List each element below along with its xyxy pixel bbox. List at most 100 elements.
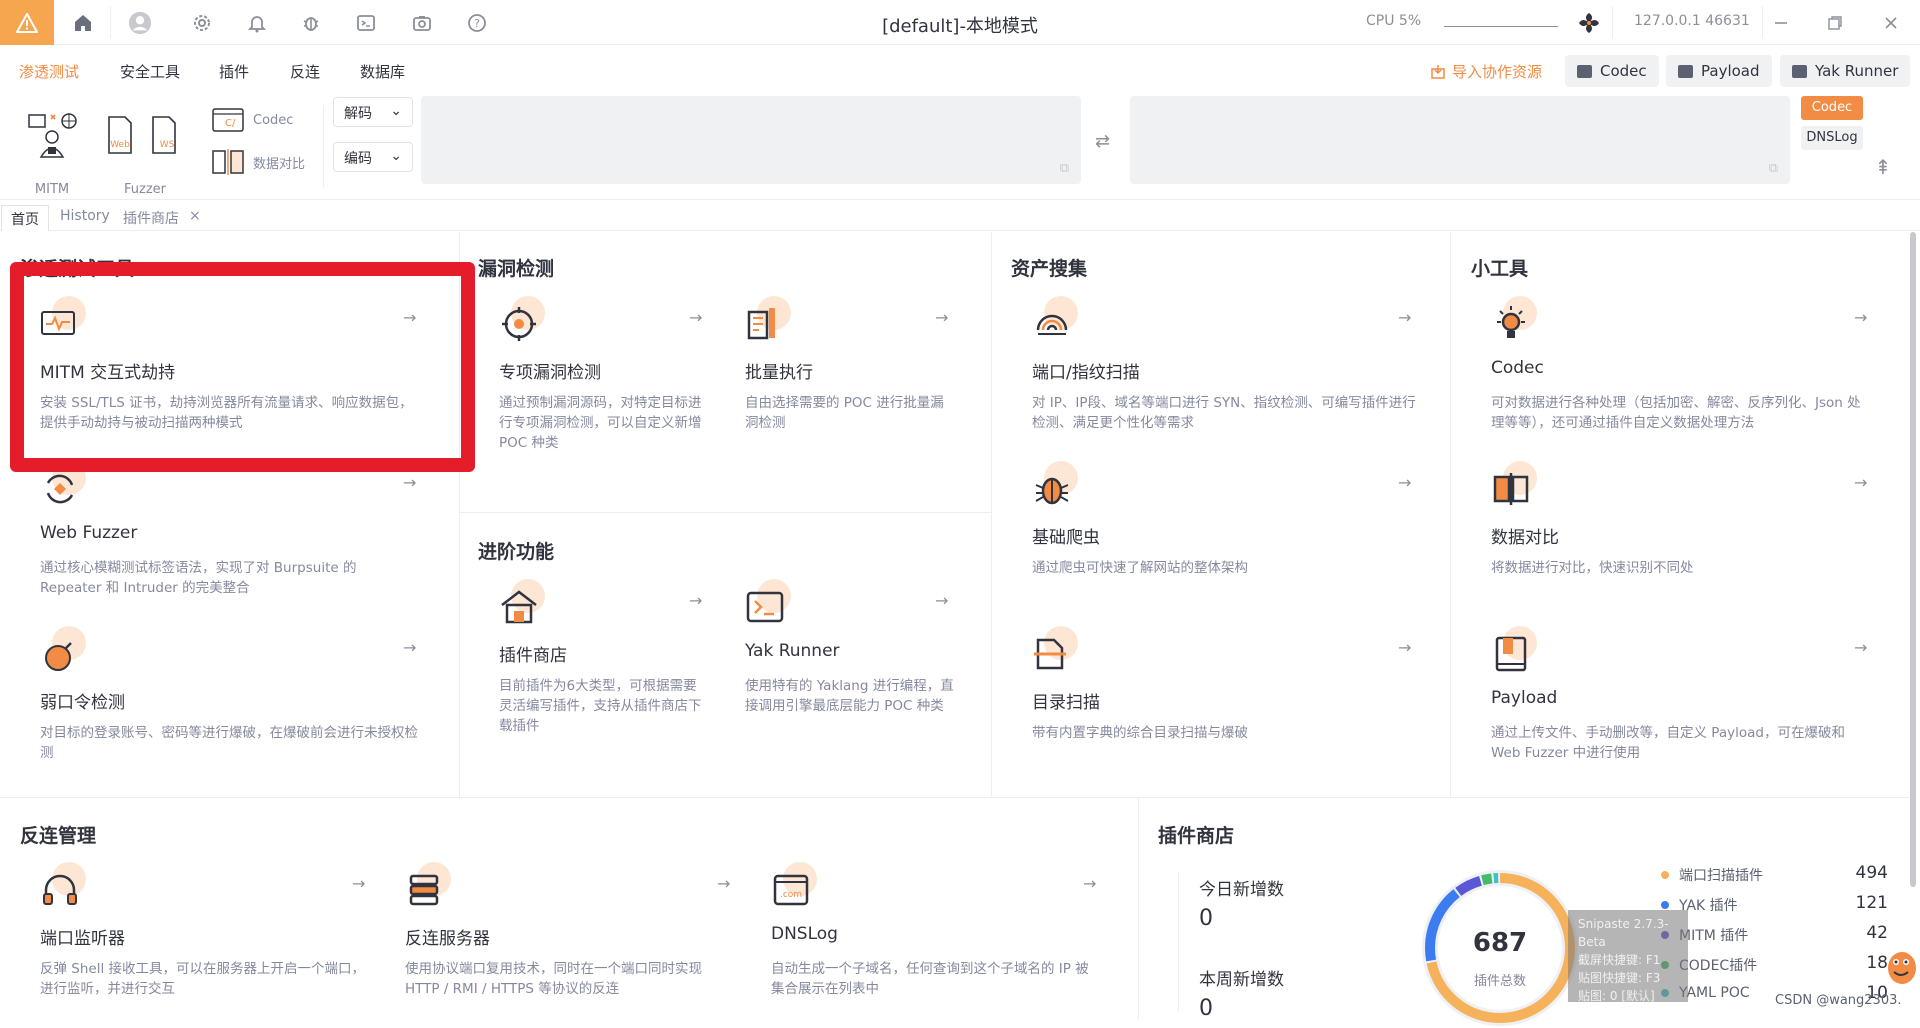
plugin-total-value: 687 — [1472, 928, 1528, 958]
fuzzer-tool[interactable]: Web WS Fuzzer — [105, 115, 185, 205]
swap-icon[interactable]: ⇄ — [1095, 131, 1110, 152]
mitm-label: MITM — [34, 182, 70, 197]
card-title: 批量执行 — [745, 363, 813, 383]
menu-plugins[interactable]: 插件 — [219, 61, 249, 82]
codec-output-area[interactable]: ⧉ — [1130, 96, 1790, 184]
card-title: Web Fuzzer — [40, 523, 138, 543]
engine-logo-icon[interactable] — [1577, 11, 1601, 35]
payload-shortcut-button[interactable]: Payload — [1666, 55, 1772, 87]
arrow-right-icon: → — [689, 591, 703, 610]
import-resources-link[interactable]: 导入协作资源 — [1430, 61, 1542, 82]
decode-select[interactable]: 解码 ⌄ — [333, 97, 413, 127]
card-title: 数据对比 — [1491, 528, 1559, 548]
minimize-icon[interactable] — [1766, 8, 1796, 38]
highlight-box — [10, 262, 475, 472]
card-title: 弱口令检测 — [40, 693, 125, 713]
encode-select[interactable]: 编码 ⌄ — [333, 142, 413, 172]
section-vuln-title: 漏洞检测 — [478, 258, 555, 280]
card-web-fuzzer[interactable]: → Web Fuzzer 通过核心模糊测试标签语法，实现了对 Burpsuite… — [40, 461, 420, 596]
tab-history[interactable]: History — [51, 205, 119, 231]
mitm-tool[interactable]: MITM — [22, 111, 82, 201]
mascot-icon[interactable] — [1882, 942, 1918, 988]
menu-security-tools[interactable]: 安全工具 — [120, 61, 180, 82]
yak-runner-shortcut-button[interactable]: Yak Runner — [1780, 55, 1911, 87]
legend-label: YAML POC — [1679, 985, 1750, 1001]
dotcom-icon: .com — [771, 862, 817, 910]
card-crawler[interactable]: → 基础爬虫 通过爬虫可快速了解网站的整体架构 — [1032, 461, 1418, 585]
restore-icon[interactable] — [1820, 8, 1850, 38]
card-title: 反连服务器 — [405, 929, 490, 949]
ws-tag: WS — [160, 140, 175, 150]
close-icon[interactable]: × — [189, 208, 201, 228]
card-yak-runner[interactable]: → Yak Runner 使用特有的 Yaklang 进行编程，直接调用引擎最底… — [745, 579, 955, 733]
card-title: Codec — [1491, 358, 1544, 378]
codec-input-area[interactable]: ⧉ — [421, 96, 1081, 184]
arrow-right-icon: → — [1083, 874, 1097, 893]
main-menu: 渗透测试 安全工具 插件 反连 数据库 导入协作资源 Codec Payload… — [0, 45, 1920, 95]
section-asset-title: 资产搜集 — [1011, 258, 1088, 280]
codec-icon — [1577, 64, 1592, 78]
card-title: DNSLog — [771, 924, 838, 944]
lightbulb-icon — [1491, 296, 1537, 344]
card-description: 目前插件为6大类型，可根据需要灵活编写插件，支持从插件商店下载插件 — [499, 678, 702, 734]
divider — [1450, 232, 1451, 797]
legend-label: MITM 插件 — [1679, 928, 1749, 944]
cpu-graph — [1444, 26, 1558, 27]
card-title: 目录扫描 — [1032, 693, 1100, 713]
copy-icon[interactable]: ⧉ — [1060, 161, 1069, 176]
compare-icon — [212, 149, 244, 175]
card-description: 可对数据进行各种处理（包括加密、解密、反序列化、Json 处理等等），还可通过插… — [1491, 395, 1861, 431]
arrow-right-icon: → — [1398, 638, 1412, 657]
codec-tool-label: Codec — [253, 112, 294, 128]
legend-label: CODEC插件 — [1679, 958, 1758, 974]
arrow-right-icon: → — [935, 308, 949, 327]
menu-reverse[interactable]: 反连 — [290, 61, 320, 82]
tab-home[interactable]: 首页 — [1, 205, 49, 231]
menu-database[interactable]: 数据库 — [360, 61, 405, 82]
legend-dot — [1661, 901, 1669, 909]
fuzzer-label: Fuzzer — [124, 182, 166, 197]
today-new-label: 今日新增数 — [1199, 880, 1284, 900]
section-reverse-title: 反连管理 — [20, 825, 97, 847]
compare-tool[interactable]: 数据对比 — [211, 147, 305, 177]
card-payload[interactable]: → Payload 通过上传文件、手动删改等，自定义 Payload，可在爆破和… — [1491, 626, 1871, 761]
codec-tool[interactable]: C/ Codec — [211, 105, 293, 135]
collapse-toolbar-icon[interactable]: ⇞ — [1868, 155, 1898, 185]
snipaste-line: 截屏快捷键: F1 — [1578, 953, 1661, 967]
card-port-listener[interactable]: → 端口监听器 反弹 Shell 接收工具，可以在服务器上开启一个端口，进行监听… — [40, 862, 370, 997]
yak-runner-shortcut-label: Yak Runner — [1815, 62, 1899, 80]
codec-tag[interactable]: Codec — [1801, 96, 1863, 120]
dnslog-tag[interactable]: DNSLog — [1801, 126, 1863, 150]
card-dnslog[interactable]: .com → DNSLog 自动生成一个子域名，任何查询到这个子域名的 IP 被… — [771, 862, 1101, 997]
card-dir-scan[interactable]: → 目录扫描 带有内置字典的综合目录扫描与爆破 — [1032, 626, 1418, 750]
cpu-usage: CPU 5% — [1366, 13, 1422, 29]
today-new-value: 0 — [1199, 906, 1213, 931]
chevron-down-icon: ⌄ — [390, 103, 402, 119]
legend-value: 42 — [1866, 923, 1888, 943]
snipaste-line: Snipaste 2.7.3-Beta — [1578, 917, 1669, 949]
arrow-right-icon: → — [717, 874, 731, 893]
card-weak-password[interactable]: → 弱口令检测 对目标的登录账号、密码等进行爆破，在爆破前会进行未授权检测 — [40, 626, 420, 761]
tab-plugin-store[interactable]: 插件商店 × — [114, 205, 210, 231]
legend-item: 端口扫描插件 — [1661, 865, 1763, 885]
arrow-right-icon: → — [403, 638, 417, 657]
separator — [323, 105, 324, 187]
encode-select-value: 编码 — [344, 151, 372, 167]
card-data-compare[interactable]: → 数据对比 将数据进行对比，快速识别不同处 — [1491, 461, 1871, 585]
card-batch-exec[interactable]: → 批量执行 自由选择需要的 POC 进行批量漏洞检测 — [745, 296, 955, 450]
compare-icon — [1491, 461, 1537, 509]
menu-pentest[interactable]: 渗透测试 — [19, 61, 79, 82]
codec-shortcut-label: Codec — [1600, 62, 1647, 80]
copy-icon[interactable]: ⧉ — [1769, 161, 1778, 176]
card-codec[interactable]: → Codec 可对数据进行各种处理（包括加密、解密、反序列化、Json 处理等… — [1491, 296, 1871, 431]
page-scrollbar[interactable] — [1910, 232, 1916, 887]
card-port-scan[interactable]: → 端口/指纹扫描 对 IP、IP段、域名等端口进行 SYN、指纹检测、可编写插… — [1032, 296, 1418, 431]
section-advanced-title: 进阶功能 — [478, 541, 555, 563]
yak-runner-icon — [1792, 64, 1807, 78]
week-new-value: 0 — [1199, 996, 1213, 1021]
card-plugin-store[interactable]: → 插件商店 目前插件为6大类型，可根据需要灵活编写插件，支持从插件商店下载插件 — [499, 579, 709, 734]
card-reverse-server[interactable]: → 反连服务器 使用协议端口复用技术，同时在一个端口同时实现 HTTP / RM… — [405, 862, 735, 997]
codec-shortcut-button[interactable]: Codec — [1565, 55, 1659, 87]
close-icon[interactable] — [1876, 8, 1906, 38]
card-special-vuln[interactable]: → 专项漏洞检测 通过预制漏洞源码，对特定目标进行专项漏洞检测，可以自定义新增 … — [499, 296, 709, 451]
